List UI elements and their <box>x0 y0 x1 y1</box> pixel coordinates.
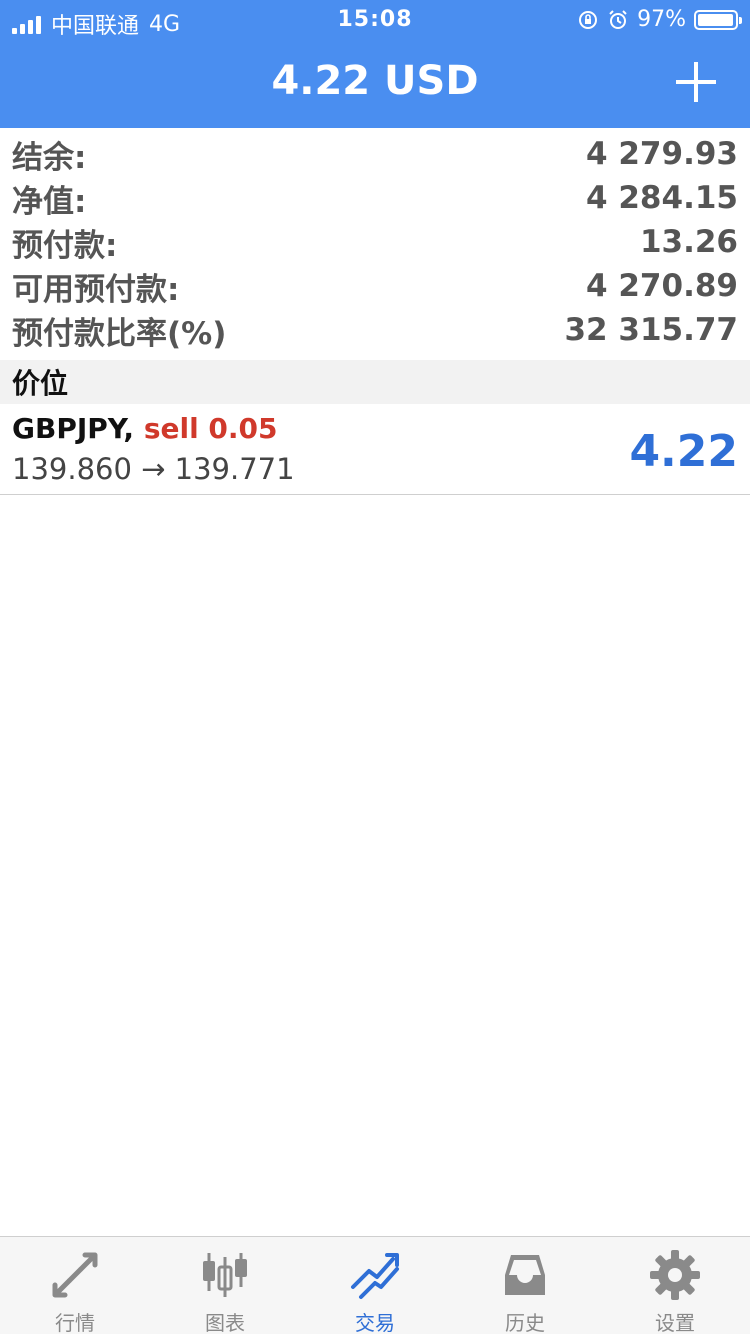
position-title: GBPJPY, sell 0.05 <box>12 412 278 445</box>
account-summary: 结余: 4 279.93 净值: 4 284.15 预付款: 13.26 可用预付款: 4 2… <box>0 132 750 352</box>
summary-value: 4 284.15 <box>586 180 738 216</box>
tab-quotes[interactable]: 行情 <box>0 1237 150 1334</box>
summary-label: 结余: <box>12 139 87 176</box>
tab-chart-label: 图表 <box>205 1311 245 1334</box>
page-title: 4.22 USD <box>271 58 479 104</box>
trade-icon <box>351 1253 399 1299</box>
summary-label: 净值: <box>12 183 87 220</box>
quotes-icon <box>52 1252 98 1298</box>
tab-history-label: 历史 <box>505 1311 545 1334</box>
position-row[interactable]: GBPJPY, sell 0.05 139.860 → 139.771 4.22 <box>0 404 750 495</box>
summary-label: 预付款比率(%) <box>12 315 227 352</box>
history-inbox-icon <box>505 1255 545 1295</box>
orientation-lock-icon <box>579 10 598 29</box>
status-bar: 中国联通 4G 15:08 97% <box>0 0 750 40</box>
status-right: 97% <box>577 7 742 32</box>
summary-row: 净值: 4 284.15 <box>0 176 750 220</box>
tab-chart[interactable]: 图表 <box>150 1237 300 1334</box>
tab-history[interactable]: 历史 <box>450 1237 600 1334</box>
summary-value: 32 315.77 <box>564 312 738 348</box>
alarm-icon <box>609 9 627 29</box>
summary-label: 预付款: <box>12 227 118 264</box>
summary-row: 可用预付款: 4 270.89 <box>0 264 750 308</box>
position-symbol: GBPJPY, <box>12 412 135 445</box>
summary-value: 4 270.89 <box>586 268 738 304</box>
position-side: sell 0.05 <box>143 412 278 445</box>
position-profit: 4.22 <box>629 426 738 477</box>
chart-candles-icon <box>203 1253 247 1297</box>
plus-icon[interactable] <box>676 62 716 102</box>
position-price-change: 139.860 → 139.771 <box>12 452 295 486</box>
tab-bar: 行情 图表 交易 历史 设置 <box>0 1236 750 1334</box>
gear-icon <box>650 1250 700 1300</box>
summary-value: 4 279.93 <box>586 136 738 172</box>
section-header-positions: 价位 <box>0 360 750 404</box>
summary-value: 13.26 <box>639 224 738 260</box>
top-bar: 中国联通 4G 15:08 97% 4.22 USD <box>0 0 750 128</box>
tab-trade[interactable]: 交易 <box>300 1237 450 1334</box>
tab-settings[interactable]: 设置 <box>600 1237 750 1334</box>
battery-icon <box>694 9 742 30</box>
tab-quotes-label: 行情 <box>55 1311 95 1334</box>
battery-percent: 97% <box>637 7 686 32</box>
summary-row: 预付款比率(%) 32 315.77 <box>0 308 750 352</box>
tab-trade-label: 交易 <box>355 1311 395 1334</box>
summary-label: 可用预付款: <box>12 271 180 308</box>
summary-row: 预付款: 13.26 <box>0 220 750 264</box>
summary-row: 结余: 4 279.93 <box>0 132 750 176</box>
app-root: 中国联通 4G 15:08 97% 4.22 USD 结余: 4 279.93 … <box>0 0 750 1334</box>
tab-settings-label: 设置 <box>655 1311 695 1334</box>
